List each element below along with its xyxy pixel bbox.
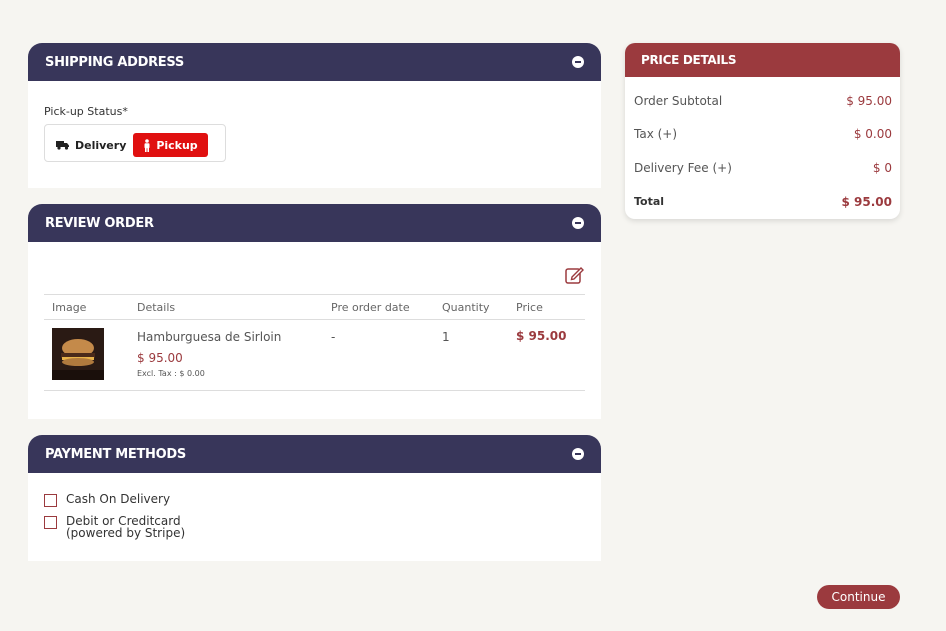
- burger-image: [52, 328, 104, 380]
- price-cell: $ 95.00: [508, 319, 585, 391]
- price-details-card: PRICE DETAILS Order Subtotal $ 95.00 Tax…: [625, 43, 900, 219]
- review-order-header[interactable]: REVIEW ORDER: [28, 204, 601, 242]
- pre-order-date: -: [331, 330, 336, 344]
- price-row-label: Tax (+): [634, 127, 678, 141]
- payment-methods-header[interactable]: PAYMENT METHODS: [28, 435, 601, 473]
- price-row-value: $ 95.00: [846, 94, 892, 108]
- cash-label: Cash On Delivery: [66, 492, 171, 506]
- person-icon: [144, 138, 150, 152]
- price-row-label: Total: [634, 195, 665, 208]
- card-sublabel: (powered by Stripe): [66, 526, 186, 540]
- table-row: Hamburguesa de Sirloin $ 95.00 Excl. Tax…: [44, 319, 585, 391]
- product-name: Hamburguesa de Sirloin: [137, 330, 282, 344]
- pre-order-date-cell: -: [323, 319, 434, 391]
- payment-option-cash[interactable]: Cash On Delivery: [44, 493, 170, 507]
- line-price: $ 95.00: [516, 329, 567, 343]
- column-header: Quantity: [434, 294, 508, 320]
- pickup-option[interactable]: Pickup: [133, 133, 208, 157]
- price-details-title: PRICE DETAILS: [625, 43, 900, 77]
- product-details-cell: Hamburguesa de Sirloin $ 95.00 Excl. Tax…: [129, 319, 323, 391]
- price-row-value: $ 95.00: [841, 195, 892, 209]
- review-order-title: REVIEW ORDER: [45, 215, 154, 231]
- cash-checkbox[interactable]: [44, 494, 57, 507]
- shipping-address-header[interactable]: SHIPPING ADDRESS: [28, 43, 601, 81]
- column-header: Details: [129, 294, 323, 320]
- price-row-delivery-fee: Delivery Fee (+) $ 0: [634, 161, 892, 175]
- column-header: Pre order date: [323, 294, 434, 320]
- edit-icon[interactable]: [565, 266, 585, 284]
- product-image-cell: [44, 319, 129, 391]
- product-excl-tax: Excl. Tax : $ 0.00: [137, 369, 205, 378]
- price-row-tax: Tax (+) $ 0.00: [634, 127, 892, 141]
- shipping-address-panel: SHIPPING ADDRESS Pick-up Status* Deliver…: [28, 43, 601, 188]
- column-header: Image: [44, 294, 129, 320]
- delivery-label: Delivery: [75, 138, 127, 152]
- payment-methods-panel: PAYMENT METHODS Cash On Delivery Debit o…: [28, 435, 601, 561]
- shipping-address-title: SHIPPING ADDRESS: [45, 54, 184, 70]
- collapse-icon[interactable]: [572, 448, 584, 460]
- quantity-cell: 1: [434, 319, 508, 391]
- pickup-status-toggle: Delivery Pickup: [44, 124, 226, 162]
- payment-methods-title: PAYMENT METHODS: [45, 446, 186, 462]
- review-order-panel: REVIEW ORDER Image Details Pre order dat…: [28, 204, 601, 419]
- truck-icon: [56, 141, 69, 150]
- table-header-row: Image Details Pre order date Quantity Pr…: [44, 294, 585, 320]
- column-header: Price: [508, 294, 585, 320]
- card-label: Debit or Creditcard (powered by Stripe): [66, 515, 185, 539]
- product-unit-price: $ 95.00: [137, 351, 183, 365]
- continue-button[interactable]: Continue: [817, 585, 900, 609]
- delivery-option[interactable]: Delivery: [56, 133, 126, 157]
- collapse-icon[interactable]: [572, 56, 584, 68]
- pickup-label: Pickup: [156, 138, 198, 152]
- collapse-icon[interactable]: [572, 217, 584, 229]
- payment-option-card[interactable]: Debit or Creditcard (powered by Stripe): [44, 515, 185, 539]
- quantity: 1: [442, 330, 450, 344]
- price-row-label: Delivery Fee (+): [634, 161, 732, 175]
- price-row-total: Total $ 95.00: [634, 195, 892, 209]
- price-row-value: $ 0.00: [853, 127, 892, 141]
- card-checkbox[interactable]: [44, 516, 57, 529]
- price-row-label: Order Subtotal: [634, 94, 723, 108]
- pickup-status-label: Pick-up Status*: [44, 105, 128, 118]
- price-row-value: $ 0: [872, 161, 892, 175]
- order-table: Image Details Pre order date Quantity Pr…: [44, 294, 585, 391]
- price-row-subtotal: Order Subtotal $ 95.00: [634, 94, 892, 108]
